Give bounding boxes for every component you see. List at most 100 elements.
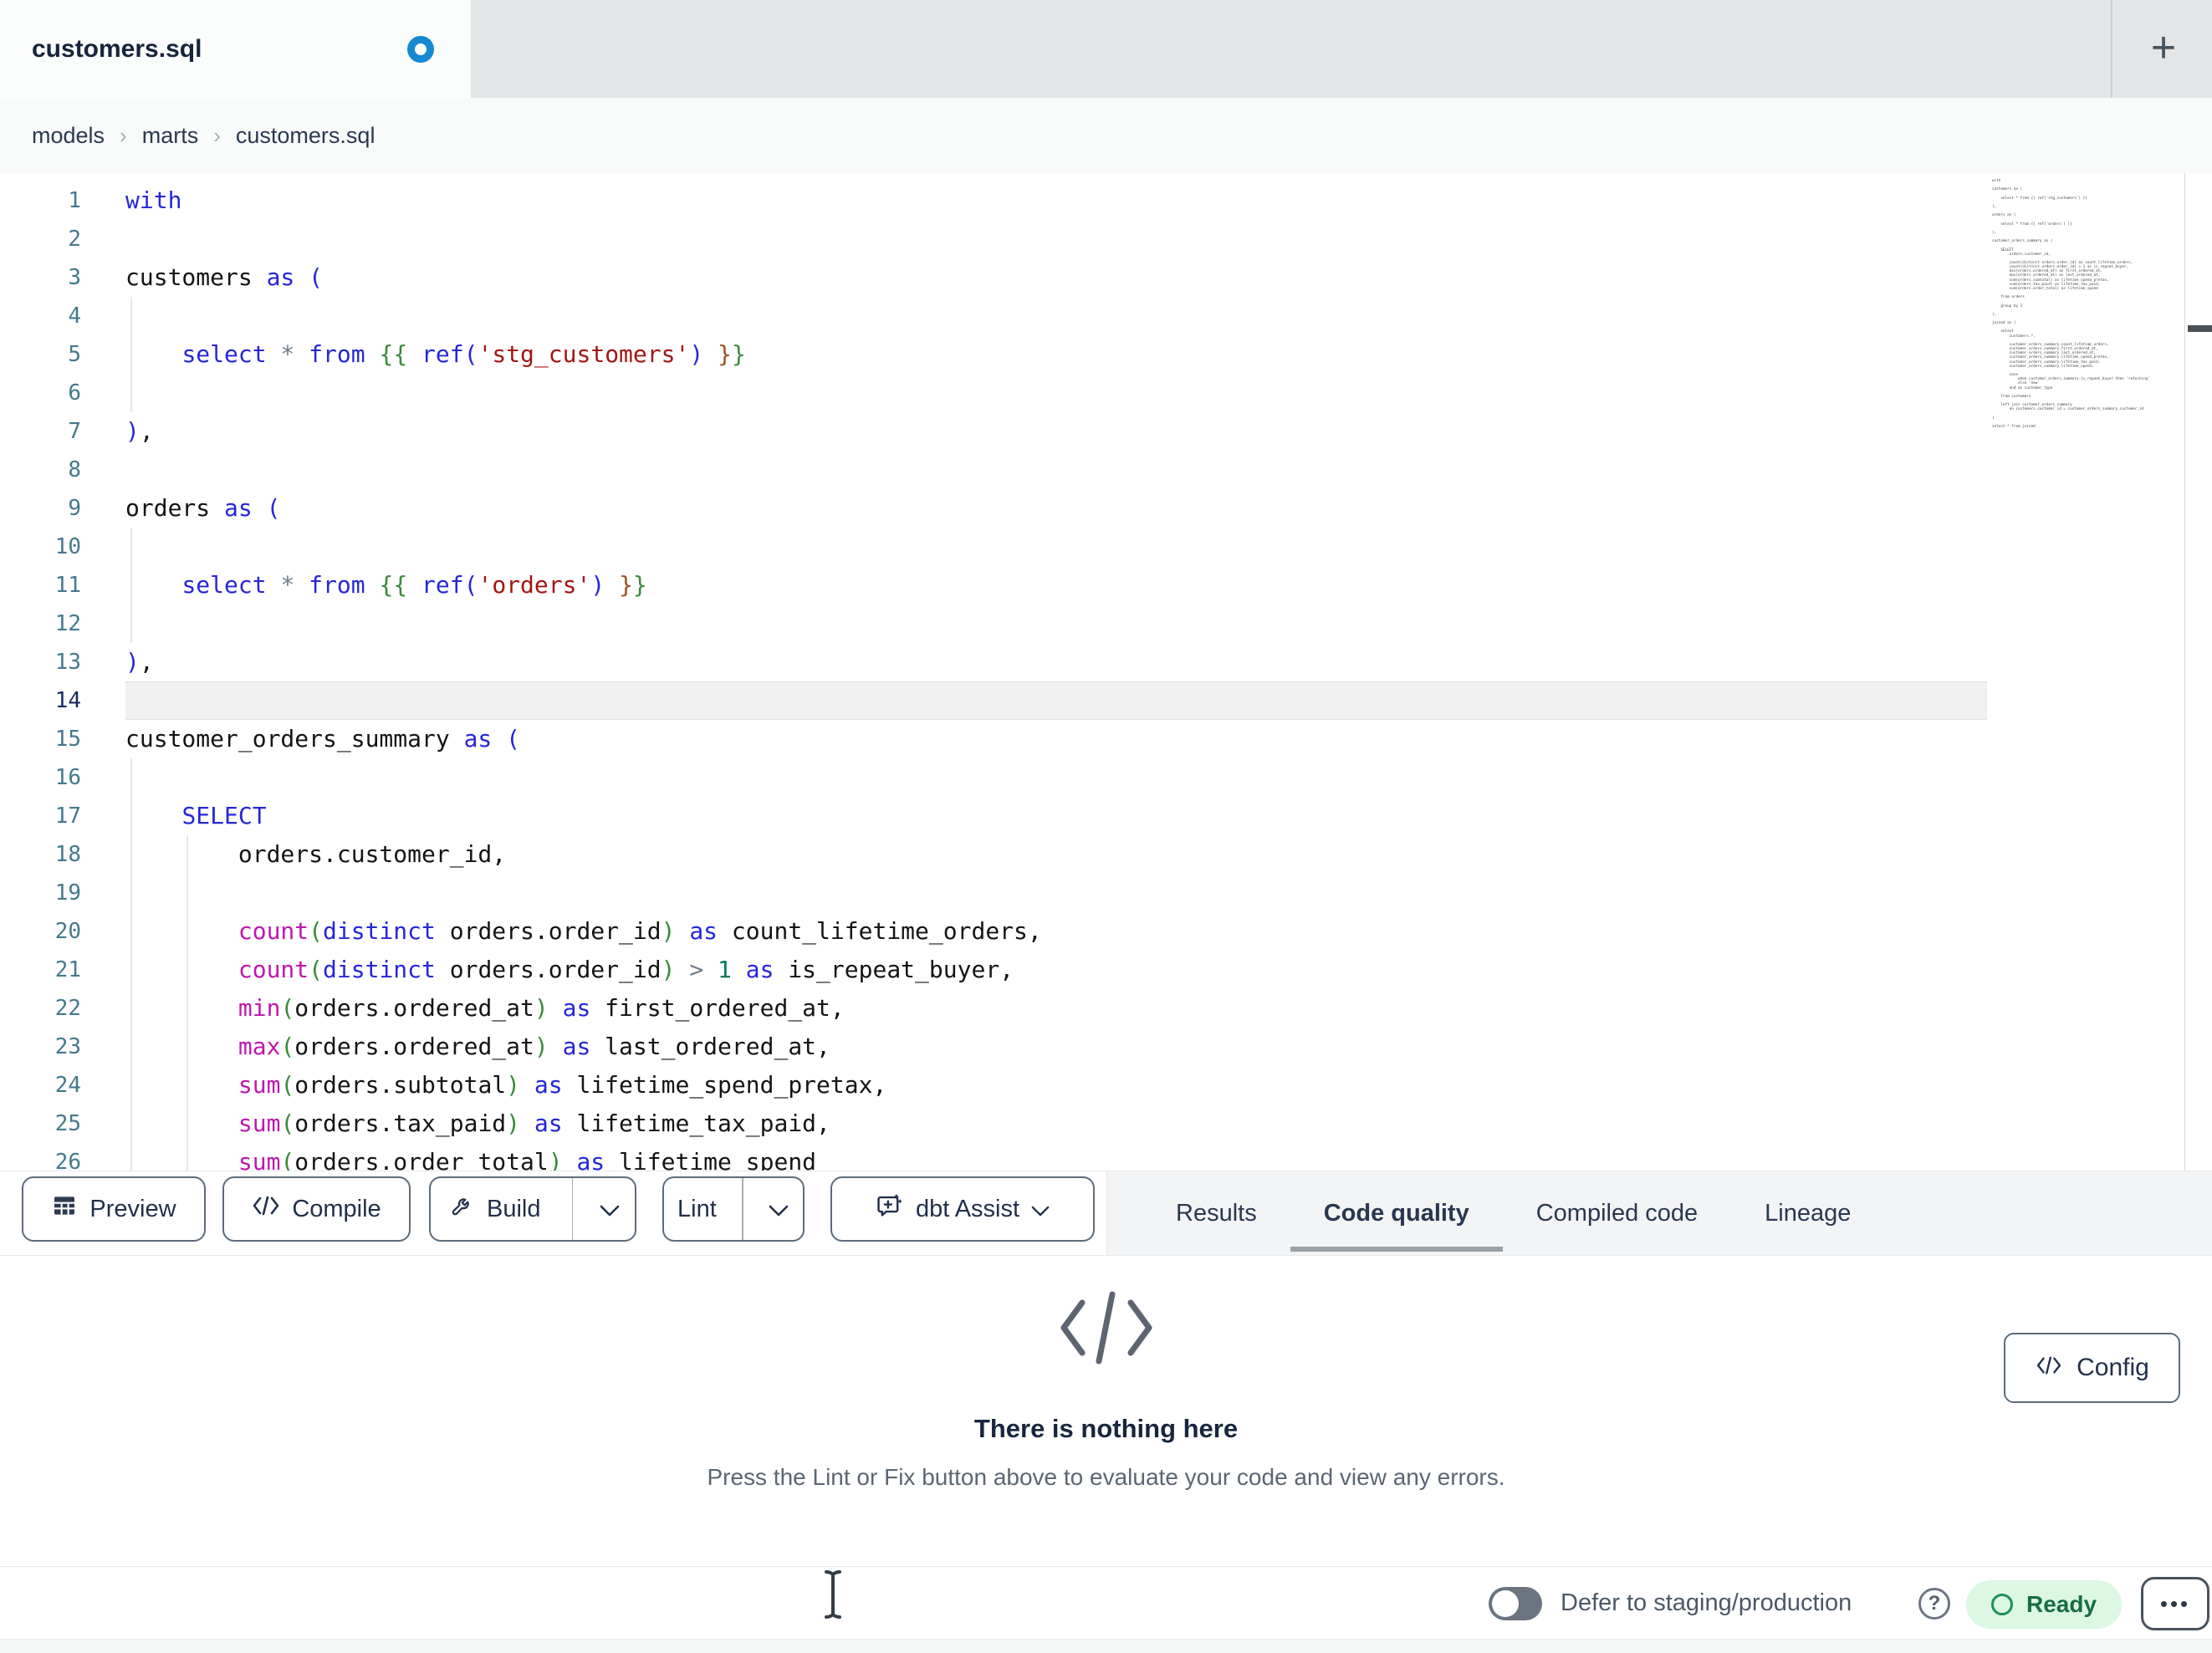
code-line[interactable]: 12 xyxy=(0,605,1042,643)
line-number: 5 xyxy=(68,342,81,367)
editor-tab-bar: customers.sql + xyxy=(0,0,2212,98)
more-options-button[interactable]: ••• xyxy=(2141,1577,2209,1630)
line-number: 11 xyxy=(54,573,81,598)
chevron-down-icon xyxy=(769,1196,789,1223)
wrench-icon xyxy=(450,1193,475,1225)
minimap-divider xyxy=(2184,173,2185,1171)
empty-state-title: There is nothing here xyxy=(973,1414,1239,1443)
code-lines: 1 with 2 3 customers as (4 5 select * from {{… xyxy=(0,181,1042,1171)
action-bar: Preview Compile Build Lint dbt Assist Re… xyxy=(0,1171,2212,1256)
code-brackets-icon xyxy=(1057,1289,1156,1370)
code-line[interactable]: 19 xyxy=(0,874,1042,912)
tab-results[interactable]: Results xyxy=(1142,1171,1290,1255)
code-line[interactable]: 23 max(orders.ordered_at) as last_ordere… xyxy=(0,1028,1042,1066)
code-line[interactable]: 7), xyxy=(0,412,1042,451)
editor-minimap[interactable]: with customers as ( select * from {{ ref… xyxy=(1992,179,2181,572)
defer-toggle[interactable] xyxy=(1489,1587,1542,1620)
lint-split-button: Lint xyxy=(662,1176,805,1242)
results-tabs-zone: Results Code quality Compiled code Lineage xyxy=(1106,1171,2212,1255)
status-badge-label: Ready xyxy=(2026,1591,2097,1617)
code-line[interactable]: 16 xyxy=(0,758,1042,797)
breadcrumb-item[interactable]: marts xyxy=(142,123,199,149)
editor-tab-customers[interactable]: customers.sql xyxy=(0,0,471,98)
preview-button[interactable]: Preview xyxy=(22,1176,206,1242)
defer-label: Defer to staging/production xyxy=(1561,1589,1852,1616)
chat-sparkle-icon xyxy=(876,1191,904,1227)
breadcrumb: models › marts › customers.sql xyxy=(32,98,375,173)
empty-state-subtitle: Press the Lint or Fix button above to ev… xyxy=(707,1464,1505,1490)
code-line[interactable]: 15 customer_orders_summary as ( xyxy=(0,720,1042,758)
toggle-knob xyxy=(1492,1590,1519,1617)
build-button[interactable]: Build xyxy=(431,1178,560,1240)
tab-lineage[interactable]: Lineage xyxy=(1731,1171,1884,1255)
code-line[interactable]: 26 sum(orders.order_total) as lifetime_s… xyxy=(0,1143,1042,1171)
line-number: 18 xyxy=(54,842,81,867)
dbt-assist-button[interactable]: dbt Assist xyxy=(830,1176,1095,1242)
results-tab-list: Results Code quality Compiled code Lineage xyxy=(1142,1171,1884,1255)
line-number: 13 xyxy=(54,650,81,675)
line-number: 10 xyxy=(54,534,81,559)
lint-button[interactable]: Lint xyxy=(664,1178,730,1240)
line-number: 20 xyxy=(54,919,81,944)
line-number: 8 xyxy=(68,457,81,482)
chevron-down-icon xyxy=(600,1196,620,1223)
line-number: 12 xyxy=(54,611,81,636)
code-line[interactable]: 20 count(distinct orders.order_id) as co… xyxy=(0,912,1042,951)
tab-compiled-code[interactable]: Compiled code xyxy=(1503,1171,1731,1255)
code-line[interactable]: 25 sum(orders.tax_paid) as lifetime_tax_… xyxy=(0,1105,1042,1143)
code-line[interactable]: 6 xyxy=(0,374,1042,412)
config-button[interactable]: Config xyxy=(2004,1333,2180,1403)
line-number: 21 xyxy=(54,957,81,982)
breadcrumb-item[interactable]: customers.sql xyxy=(236,123,375,149)
code-icon xyxy=(252,1195,280,1223)
help-icon[interactable]: ? xyxy=(1918,1588,1950,1620)
code-line[interactable]: 22 min(orders.ordered_at) as first_order… xyxy=(0,989,1042,1028)
lint-button-label: Lint xyxy=(677,1195,717,1222)
code-line[interactable]: 2 xyxy=(0,220,1042,258)
line-number: 24 xyxy=(54,1073,81,1098)
code-line[interactable]: 9 orders as ( xyxy=(0,489,1042,528)
split-divider xyxy=(741,1178,743,1240)
code-line[interactable]: 10 xyxy=(0,528,1042,566)
line-number: 7 xyxy=(68,419,81,444)
compile-button[interactable]: Compile xyxy=(222,1176,411,1242)
minimap-code: with customers as ( select * from {{ ref… xyxy=(1992,179,2150,429)
split-divider xyxy=(571,1178,574,1240)
compile-button-label: Compile xyxy=(292,1195,381,1222)
code-line[interactable]: 21 count(distinct orders.order_id) > 1 a… xyxy=(0,951,1042,989)
new-tab-button[interactable]: + xyxy=(2134,18,2193,77)
ide-status-badge[interactable]: Ready xyxy=(1966,1580,2122,1629)
code-line[interactable]: 13), xyxy=(0,643,1042,681)
line-number: 6 xyxy=(68,380,81,406)
line-number: 2 xyxy=(68,227,81,252)
path-bar: models›marts›customers.sql Save xyxy=(0,98,2212,268)
line-number: 23 xyxy=(54,1034,81,1059)
scrollbar-cursor-mark[interactable] xyxy=(2188,325,2212,332)
text-cursor-pointer xyxy=(816,1569,850,1625)
code-line[interactable]: 11 select * from {{ ref('orders') }} xyxy=(0,566,1042,605)
code-editor[interactable]: 1 with 2 3 customers as (4 5 select * from {{… xyxy=(0,173,2212,1171)
code-line[interactable]: 5 select * from {{ ref('stg_customers') … xyxy=(0,335,1042,374)
code-line[interactable]: 14 xyxy=(0,681,1042,720)
tab-code-quality[interactable]: Code quality xyxy=(1290,1171,1503,1255)
config-button-label: Config xyxy=(2077,1354,2149,1381)
build-dropdown-button[interactable] xyxy=(585,1178,635,1240)
line-number: 17 xyxy=(54,804,81,829)
line-number: 25 xyxy=(54,1111,81,1136)
code-line[interactable]: 1 with xyxy=(0,181,1042,220)
lint-dropdown-button[interactable] xyxy=(755,1178,804,1240)
code-line[interactable]: 17 SELECT xyxy=(0,797,1042,835)
code-line[interactable]: 24 sum(orders.subtotal) as lifetime_spen… xyxy=(0,1066,1042,1105)
build-split-button: Build xyxy=(429,1176,636,1242)
code-line[interactable]: 4 xyxy=(0,297,1042,335)
code-line[interactable]: 3 customers as ( xyxy=(0,258,1042,297)
code-line[interactable]: 8 xyxy=(0,451,1042,489)
line-number: 9 xyxy=(68,496,81,521)
line-number: 1 xyxy=(68,188,81,213)
table-icon xyxy=(51,1192,78,1226)
code-line[interactable]: 18 orders.customer_id, xyxy=(0,835,1042,874)
line-number: 16 xyxy=(54,765,81,790)
breadcrumb-item[interactable]: models xyxy=(32,123,105,149)
bottom-strip xyxy=(0,1639,2212,1653)
preview-button-label: Preview xyxy=(89,1195,176,1222)
